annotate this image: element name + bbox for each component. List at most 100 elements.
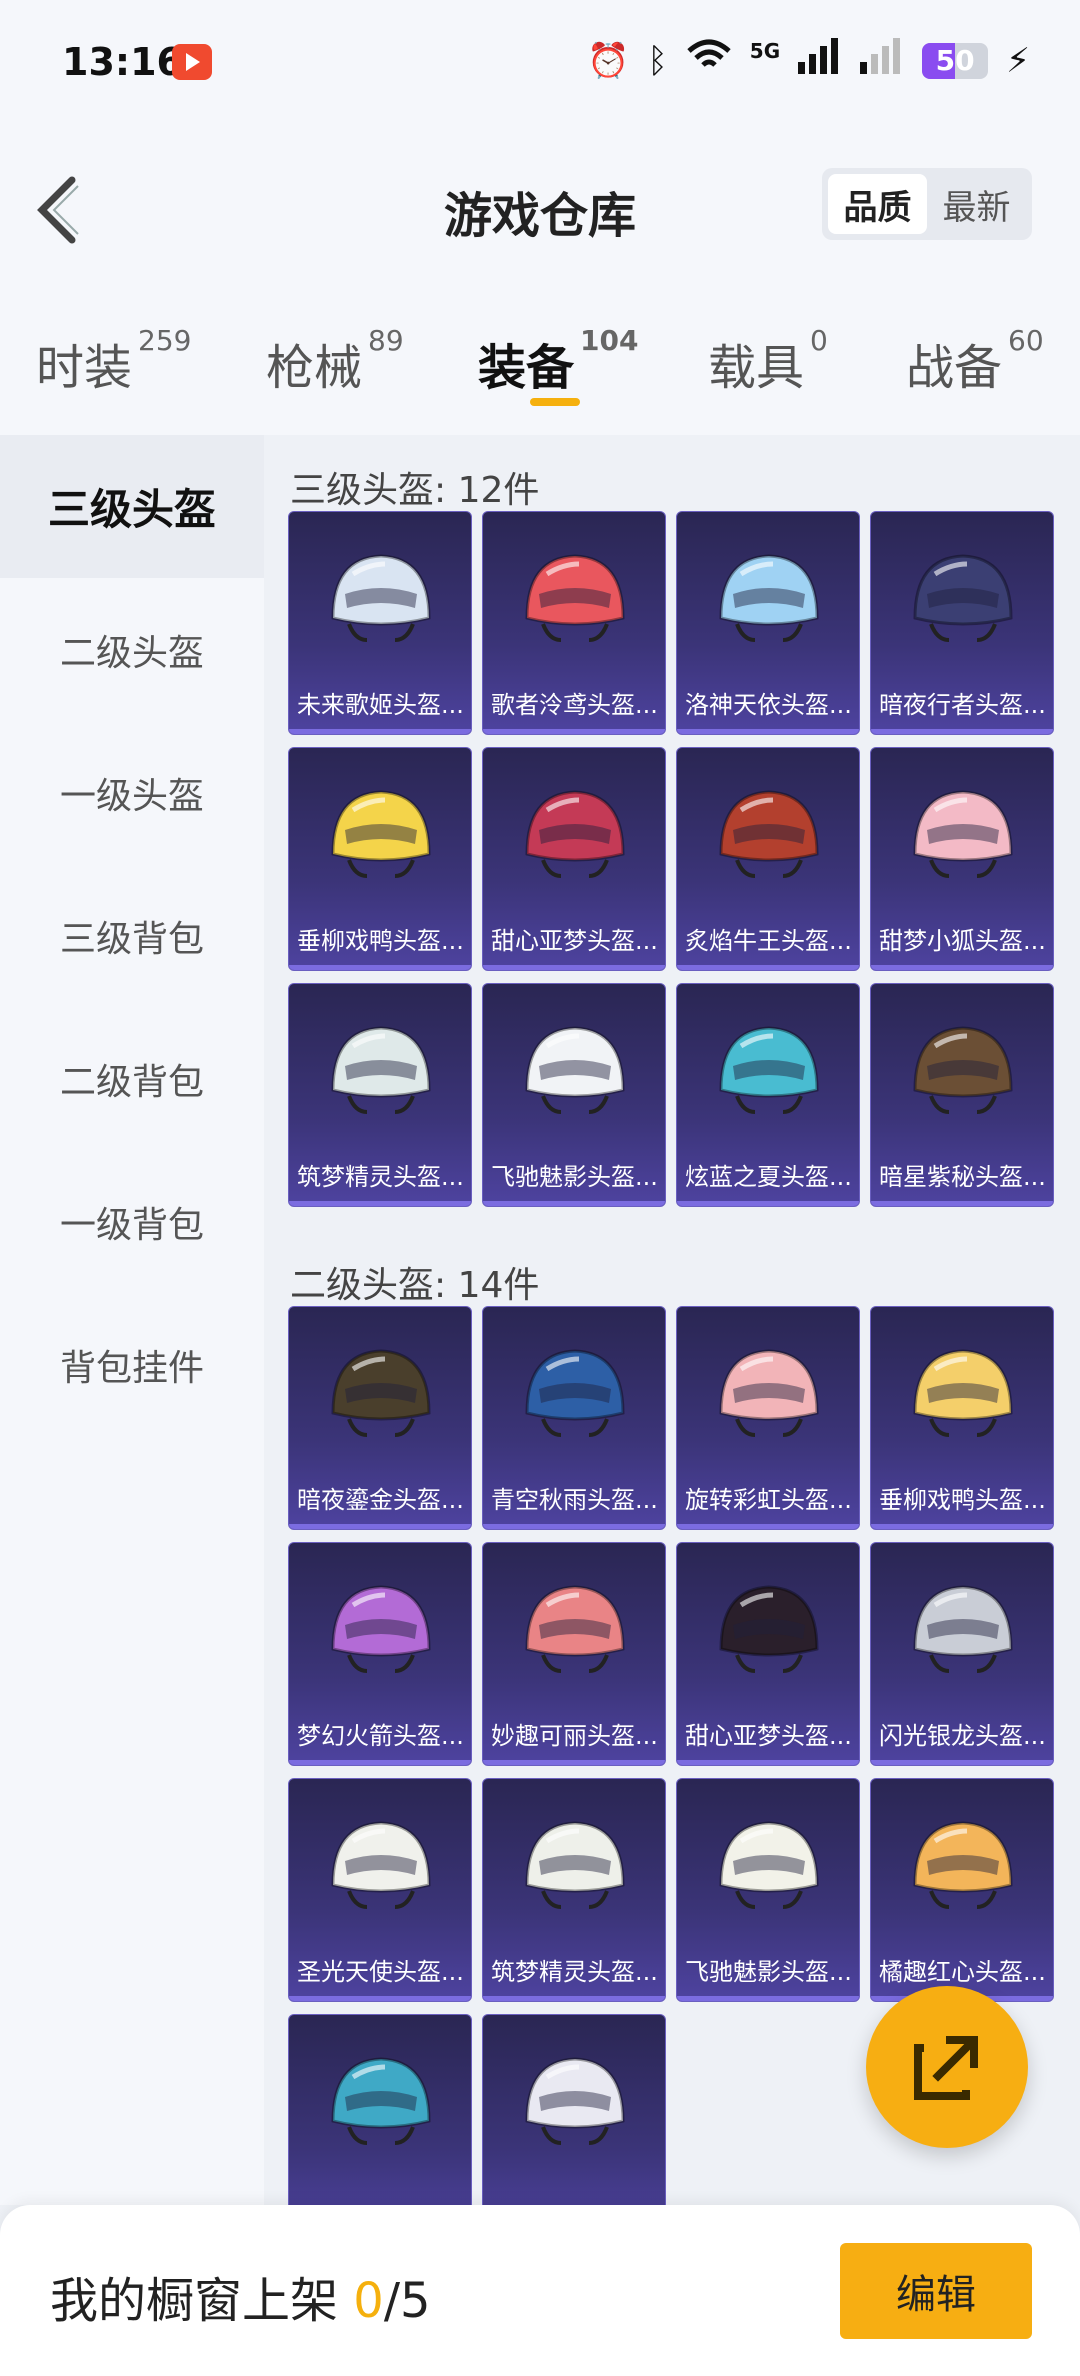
item-card[interactable] — [288, 2014, 472, 2205]
item-name: 炫蓝之夏头盔... — [685, 1163, 852, 1191]
signal-5g-icon: 5G — [749, 38, 781, 63]
screen-record-icon — [172, 44, 212, 80]
item-card[interactable]: 甜心亚梦头盔... — [676, 1542, 860, 1766]
helmet-icon — [331, 554, 431, 642]
item-card[interactable]: 垂柳戏鸭头盔... — [288, 747, 472, 971]
helmet-icon — [331, 1585, 431, 1673]
item-name: 垂柳戏鸭头盔... — [879, 1486, 1046, 1514]
sidebar-item-backpack-charm[interactable]: 背包挂件 — [0, 1293, 264, 1436]
item-name: 圣光天使头盔... — [297, 1958, 464, 1986]
helmet-icon — [913, 1349, 1013, 1437]
item-card[interactable]: 青空秋雨头盔... — [482, 1306, 666, 1530]
bluetooth-icon: ᛒ — [647, 40, 668, 81]
helmet-icon — [331, 1821, 431, 1909]
item-name: 暗星紫秘头盔... — [879, 1163, 1046, 1191]
item-card[interactable]: 筑梦精灵头盔... — [288, 983, 472, 1207]
item-card[interactable]: 炫蓝之夏头盔... — [676, 983, 860, 1207]
item-card[interactable]: 橘趣红心头盔... — [870, 1778, 1054, 2002]
status-icons: ⏰ ᛒ 5G 50 ⚡ — [587, 38, 1030, 83]
helmet-icon — [913, 1026, 1013, 1114]
tab-equipment[interactable]: 装备 104 — [478, 324, 638, 398]
item-card[interactable]: 歌者泠鸢头盔... — [482, 511, 666, 735]
item-name: 歌者泠鸢头盔... — [491, 691, 658, 719]
showcase-status: 我的橱窗上架 0/5 — [50, 2273, 431, 2329]
helmet-icon — [719, 554, 819, 642]
item-card[interactable]: 暗星紫秘头盔... — [870, 983, 1054, 1207]
alarm-icon: ⏰ — [587, 40, 630, 81]
helmet-icon — [331, 2057, 431, 2145]
item-card[interactable]: 飞驰魅影头盔... — [676, 1778, 860, 2002]
item-name: 暗夜行者头盔... — [879, 691, 1046, 719]
item-card[interactable]: 梦幻火箭头盔... — [288, 1542, 472, 1766]
cell-signal-2-icon — [860, 38, 904, 83]
tab-weapons[interactable]: 枪械 89 — [266, 324, 404, 398]
category-tabs: 时装 259 枪械 89 装备 104 载具 0 战备 60 — [0, 290, 1080, 435]
item-card[interactable]: 未来歌姬头盔... — [288, 511, 472, 735]
helmet-icon — [525, 1585, 625, 1673]
item-card[interactable]: 圣光天使头盔... — [288, 1778, 472, 2002]
edit-button[interactable]: 编辑 — [840, 2243, 1032, 2339]
helmet-icon — [913, 554, 1013, 642]
item-name: 飞驰魅影头盔... — [491, 1163, 658, 1191]
tab-supplies[interactable]: 战备 60 — [906, 324, 1044, 398]
item-card[interactable] — [482, 2014, 666, 2205]
item-card[interactable]: 妙趣可丽头盔... — [482, 1542, 666, 1766]
item-name: 未来歌姬头盔... — [297, 691, 464, 719]
helmet-icon — [719, 1821, 819, 1909]
item-card[interactable]: 炙焰牛王头盔... — [676, 747, 860, 971]
sidebar-item-level3-helmet[interactable]: 三级头盔 — [0, 435, 264, 578]
item-card[interactable]: 甜心亚梦头盔... — [482, 747, 666, 971]
item-card[interactable]: 洛神天依头盔... — [676, 511, 860, 735]
item-name: 旋转彩虹头盔... — [685, 1486, 852, 1514]
helmet-icon — [525, 790, 625, 878]
header: 游戏仓库 品质 最新 — [0, 120, 1080, 290]
item-name: 青空秋雨头盔... — [491, 1486, 658, 1514]
helmet-icon — [331, 1026, 431, 1114]
item-card[interactable]: 闪光银龙头盔... — [870, 1542, 1054, 1766]
sidebar-item-level2-backpack[interactable]: 二级背包 — [0, 1007, 264, 1150]
sidebar-item-level1-backpack[interactable]: 一级背包 — [0, 1150, 264, 1293]
battery-icon: 50 — [922, 42, 989, 79]
item-grid: 三级头盔: 12件 二级头盔: 14件 未来歌姬头盔... 歌者泠鸢头盔... 洛神… — [264, 435, 1080, 2205]
helmet-icon — [331, 1349, 431, 1437]
item-card[interactable]: 甜梦小狐头盔... — [870, 747, 1054, 971]
sidebar-item-level1-helmet[interactable]: 一级头盔 — [0, 721, 264, 864]
tab-fashion[interactable]: 时装 259 — [36, 324, 191, 398]
sort-newest-button[interactable]: 最新 — [927, 174, 1026, 234]
item-name: 甜梦小狐头盔... — [879, 927, 1046, 955]
bottom-bar: 我的橱窗上架 0/5 编辑 — [0, 2205, 1080, 2376]
helmet-icon — [525, 1349, 625, 1437]
helmet-icon — [331, 790, 431, 878]
helmet-icon — [719, 1349, 819, 1437]
active-tab-indicator — [530, 398, 580, 406]
item-name: 飞驰魅影头盔... — [685, 1958, 852, 1986]
tab-vehicles[interactable]: 载具 0 — [708, 324, 828, 398]
charging-icon: ⚡ — [1006, 40, 1030, 81]
sort-toggle: 品质 最新 — [822, 168, 1032, 240]
helmet-icon — [525, 1026, 625, 1114]
item-card[interactable]: 飞驰魅影头盔... — [482, 983, 666, 1207]
wifi-icon — [686, 39, 732, 82]
item-card[interactable]: 暗夜鎏金头盔... — [288, 1306, 472, 1530]
status-time: 13:16 — [62, 40, 183, 84]
helmet-icon — [525, 2057, 625, 2145]
helmet-icon — [525, 554, 625, 642]
item-name: 炙焰牛王头盔... — [685, 927, 852, 955]
status-bar: 13:16 ⏰ ᛒ 5G 50 ⚡ — [0, 0, 1080, 120]
helmet-icon — [719, 790, 819, 878]
item-card[interactable]: 筑梦精灵头盔... — [482, 1778, 666, 2002]
share-button[interactable] — [866, 1986, 1028, 2148]
helmet-icon — [913, 790, 1013, 878]
sort-quality-button[interactable]: 品质 — [828, 174, 927, 234]
helmet-icon — [719, 1585, 819, 1673]
helmet-icon — [913, 1821, 1013, 1909]
sidebar: 三级头盔 二级头盔 一级头盔 三级背包 二级背包 一级背包 背包挂件 — [0, 435, 264, 2205]
item-name: 筑梦精灵头盔... — [297, 1163, 464, 1191]
sidebar-item-level2-helmet[interactable]: 二级头盔 — [0, 578, 264, 721]
item-card[interactable]: 暗夜行者头盔... — [870, 511, 1054, 735]
item-name: 妙趣可丽头盔... — [491, 1722, 658, 1750]
section-title-level3: 三级头盔: 12件 — [290, 470, 540, 511]
item-card[interactable]: 旋转彩虹头盔... — [676, 1306, 860, 1530]
item-card[interactable]: 垂柳戏鸭头盔... — [870, 1306, 1054, 1530]
sidebar-item-level3-backpack[interactable]: 三级背包 — [0, 864, 264, 1007]
